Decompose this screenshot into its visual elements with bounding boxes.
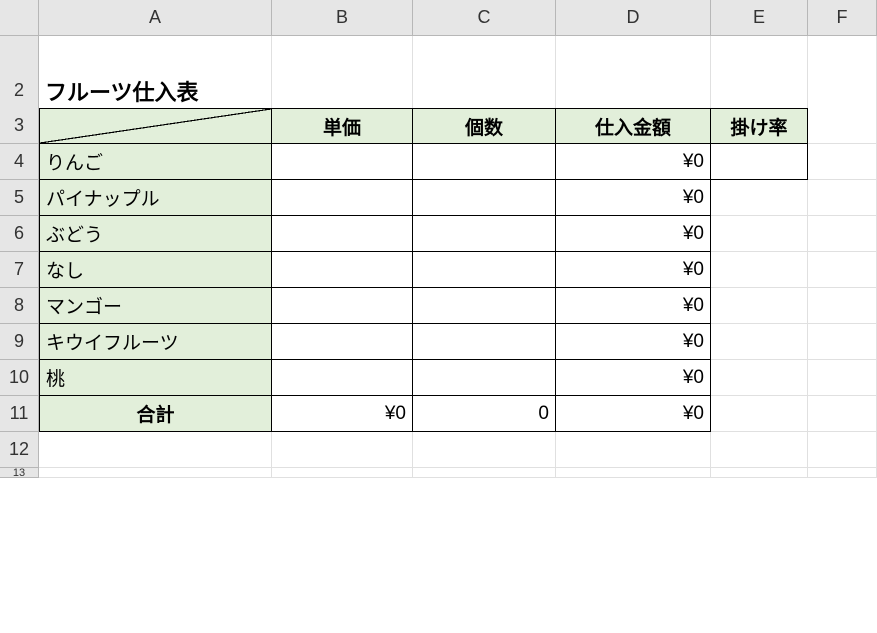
row-header-7[interactable]: 7 xyxy=(0,252,39,288)
row-header-8[interactable]: 8 xyxy=(0,288,39,324)
cell-F7[interactable] xyxy=(808,252,877,288)
cell-D6-amount[interactable]: ¥0 xyxy=(556,216,711,252)
cell-D4-amount[interactable]: ¥0 xyxy=(556,144,711,180)
col-header-B[interactable]: B xyxy=(272,0,413,36)
row-header-2[interactable]: 2 xyxy=(0,72,39,110)
cell-D12[interactable] xyxy=(556,432,711,468)
row-header-10[interactable]: 10 xyxy=(0,360,39,396)
select-all-corner[interactable] xyxy=(0,0,39,36)
cell-B13[interactable] xyxy=(272,468,413,478)
cell-F8[interactable] xyxy=(808,288,877,324)
cell-D2[interactable] xyxy=(556,72,711,110)
row-header-9[interactable]: 9 xyxy=(0,324,39,360)
cell-E8[interactable] xyxy=(711,288,808,324)
cell-C4[interactable] xyxy=(413,144,556,180)
cell-C6[interactable] xyxy=(413,216,556,252)
cell-F3[interactable] xyxy=(808,108,877,144)
cell-F9[interactable] xyxy=(808,324,877,360)
cell-F5[interactable] xyxy=(808,180,877,216)
cell-E13[interactable] xyxy=(711,468,808,478)
row-header-6[interactable]: 6 xyxy=(0,216,39,252)
cell-E5[interactable] xyxy=(711,180,808,216)
cell-E6[interactable] xyxy=(711,216,808,252)
cell-E12[interactable] xyxy=(711,432,808,468)
cell-D3-header-shiire[interactable]: 仕入金額 xyxy=(556,108,711,144)
cell-A8-item[interactable]: マンゴー xyxy=(39,288,272,324)
cell-B7[interactable] xyxy=(272,252,413,288)
cell-C13[interactable] xyxy=(413,468,556,478)
cell-A5-item[interactable]: パイナップル xyxy=(39,180,272,216)
cell-E10[interactable] xyxy=(711,360,808,396)
cell-E11[interactable] xyxy=(711,396,808,432)
cell-A13[interactable] xyxy=(39,468,272,478)
cell-C5[interactable] xyxy=(413,180,556,216)
cell-F11[interactable] xyxy=(808,396,877,432)
cell-B6[interactable] xyxy=(272,216,413,252)
cell-D7-amount[interactable]: ¥0 xyxy=(556,252,711,288)
cell-E2[interactable] xyxy=(711,72,808,110)
cell-E9[interactable] xyxy=(711,324,808,360)
cell-B4[interactable] xyxy=(272,144,413,180)
cell-B11-total-tanka[interactable]: ¥0 xyxy=(272,396,413,432)
col-header-F[interactable]: F xyxy=(808,0,877,36)
cell-D9-amount[interactable]: ¥0 xyxy=(556,324,711,360)
cell-C10[interactable] xyxy=(413,360,556,396)
cell-C9[interactable] xyxy=(413,324,556,360)
cell-F2[interactable] xyxy=(808,72,877,110)
cell-E7[interactable] xyxy=(711,252,808,288)
cell-F12[interactable] xyxy=(808,432,877,468)
cell-D11-total-shiire[interactable]: ¥0 xyxy=(556,396,711,432)
cell-A2-title[interactable]: フルーツ仕入表 xyxy=(39,72,272,110)
row-header-12[interactable]: 12 xyxy=(0,432,39,468)
cell-D5-amount[interactable]: ¥0 xyxy=(556,180,711,216)
cell-A6-item[interactable]: ぶどう xyxy=(39,216,272,252)
cell-D8-amount[interactable]: ¥0 xyxy=(556,288,711,324)
cell-A9-item[interactable]: キウイフルーツ xyxy=(39,324,272,360)
cell-A4-item[interactable]: りんご xyxy=(39,144,272,180)
cell-B9[interactable] xyxy=(272,324,413,360)
cell-F6[interactable] xyxy=(808,216,877,252)
spreadsheet-grid: A B C D E F 1 2 フルーツ仕入表 3 単価 個数 仕入金額 掛け率… xyxy=(0,0,877,504)
col-header-E[interactable]: E xyxy=(711,0,808,36)
cell-B5[interactable] xyxy=(272,180,413,216)
cell-A3-diagonal-header[interactable] xyxy=(39,108,272,144)
cell-C3-header-kosu[interactable]: 個数 xyxy=(413,108,556,144)
cell-B2[interactable] xyxy=(272,72,413,110)
cell-B12[interactable] xyxy=(272,432,413,468)
cell-E3-header-kakeritsu[interactable]: 掛け率 xyxy=(711,108,808,144)
cell-C8[interactable] xyxy=(413,288,556,324)
cell-C12[interactable] xyxy=(413,432,556,468)
row-header-4[interactable]: 4 xyxy=(0,144,39,180)
cell-F4[interactable] xyxy=(808,144,877,180)
col-header-D[interactable]: D xyxy=(556,0,711,36)
cell-C11-total-kosu[interactable]: 0 xyxy=(413,396,556,432)
col-header-C[interactable]: C xyxy=(413,0,556,36)
cell-C7[interactable] xyxy=(413,252,556,288)
cell-F13[interactable] xyxy=(808,468,877,478)
cell-A7-item[interactable]: なし xyxy=(39,252,272,288)
cell-A11-total-label[interactable]: 合計 xyxy=(39,396,272,432)
row-header-5[interactable]: 5 xyxy=(0,180,39,216)
cell-D10-amount[interactable]: ¥0 xyxy=(556,360,711,396)
row-header-3[interactable]: 3 xyxy=(0,108,39,144)
cell-B3-header-tanka[interactable]: 単価 xyxy=(272,108,413,144)
cell-E4[interactable] xyxy=(711,144,808,180)
cell-F10[interactable] xyxy=(808,360,877,396)
row-header-13[interactable]: 13 xyxy=(0,468,39,478)
cell-B10[interactable] xyxy=(272,360,413,396)
cell-C2[interactable] xyxy=(413,72,556,110)
row-header-11[interactable]: 11 xyxy=(0,396,39,432)
cell-A10-item[interactable]: 桃 xyxy=(39,360,272,396)
cell-A12[interactable] xyxy=(39,432,272,468)
cell-D13[interactable] xyxy=(556,468,711,478)
col-header-A[interactable]: A xyxy=(39,0,272,36)
cell-B8[interactable] xyxy=(272,288,413,324)
